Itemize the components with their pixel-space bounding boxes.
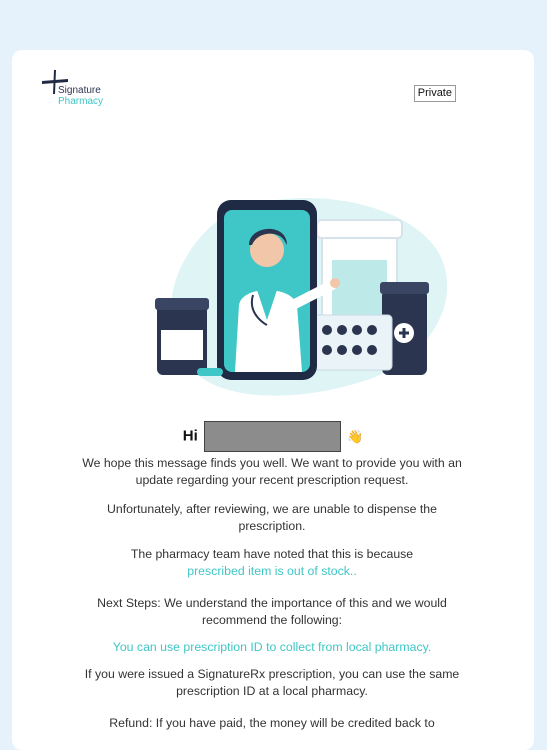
recommendation-text: You can use prescription ID to collect f… (112, 640, 432, 654)
private-label-button[interactable]: Private (413, 85, 456, 102)
message-paragraph-next-steps: Next Steps: We understand the importance… (97, 596, 447, 627)
logo-text-signature: Signature (58, 85, 101, 96)
redacted-name (203, 421, 341, 452)
pharmacist-illustration (155, 198, 447, 396)
reason-text: prescribed item is out of stock.. (187, 564, 357, 578)
message-paragraph-signaturerx: If you were issued a SignatureRx prescri… (84, 667, 460, 698)
greeting: Hi 👋 (12, 421, 534, 452)
greeting-prefix: Hi (182, 427, 198, 445)
email-card: Signature Pharmacy Private Hi 👋 We hope … (12, 50, 534, 750)
signature-pharmacy-logo: Signature Pharmacy (40, 68, 130, 110)
waving-hand-icon: 👋 (347, 428, 364, 444)
message-paragraph-refund: Refund: If you have paid, the money will… (109, 716, 435, 730)
logo-text-pharmacy: Pharmacy (58, 96, 104, 107)
message-paragraph-reason: The pharmacy team have noted that this i… (72, 546, 472, 580)
message-paragraph-unable: Unfortunately, after reviewing, we are u… (107, 502, 437, 533)
message-paragraph-intro: We hope this message finds you well. We … (82, 456, 462, 487)
reason-lead-text: The pharmacy team have noted that this i… (130, 547, 414, 561)
